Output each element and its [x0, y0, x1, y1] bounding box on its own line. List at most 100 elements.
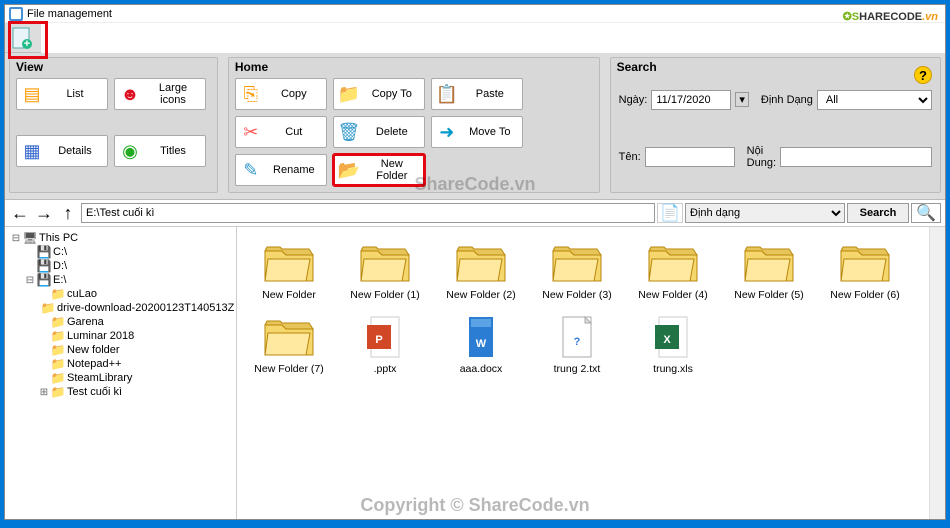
- name-input[interactable]: [645, 147, 735, 167]
- folder-icon: 📁: [51, 372, 65, 384]
- tree-folder-item[interactable]: 📁cuLao: [39, 287, 232, 301]
- tree-view[interactable]: ⊟🖥This PC💾C:\💾D:\⊟💾E:\📁cuLao📁drive-downl…: [5, 227, 237, 519]
- scrollbar[interactable]: [929, 227, 945, 519]
- copy-to-icon: 📁: [338, 83, 360, 105]
- up-button[interactable]: ↑: [57, 202, 79, 224]
- address-search-button[interactable]: Search: [847, 203, 909, 223]
- file-item[interactable]: New Folder (6): [821, 237, 909, 303]
- file-label: New Folder (1): [350, 289, 419, 301]
- file-label: New Folder (7): [254, 363, 323, 375]
- ribbon-group-view: View ▤List ☻Large icons ▦Details ◉Titles: [9, 57, 218, 193]
- folder-icon: 📁: [51, 330, 65, 342]
- pptx-icon: [357, 313, 413, 361]
- list-button[interactable]: ▤List: [16, 78, 108, 110]
- file-label: trung 2.txt: [554, 363, 601, 375]
- tree-folder-item[interactable]: 📁drive-download-20200123T140513Z: [39, 301, 232, 315]
- svg-text:+: +: [24, 38, 30, 50]
- tree-drive-item[interactable]: ⊟💾E:\: [25, 273, 232, 287]
- file-label: New Folder: [262, 289, 316, 301]
- ribbon-home-label: Home: [235, 60, 268, 74]
- tree-folder-item[interactable]: 📁Notepad++: [39, 357, 232, 371]
- tree-drive-item[interactable]: 💾D:\: [25, 259, 232, 273]
- search-icon[interactable]: 🔍: [911, 203, 941, 223]
- addressbar: ← → ↑ 📄 Định dạng Search 🔍: [5, 200, 945, 227]
- cut-button[interactable]: ✂Cut: [235, 116, 327, 148]
- tree-folder-item[interactable]: ⊞📁Test cuối kì: [39, 385, 232, 399]
- date-input[interactable]: [651, 90, 731, 110]
- details-icon: ▦: [21, 140, 43, 162]
- cut-icon: ✂: [240, 121, 262, 143]
- file-item[interactable]: trung 2.txt: [533, 311, 621, 377]
- ribbon: View ▤List ☻Large icons ▦Details ◉Titles…: [5, 53, 945, 200]
- tree-root-item[interactable]: ⊟🖥This PC: [11, 231, 232, 245]
- ribbon-group-search: Search ? Ngày: ▾ Định Dạng All Tên: Nội …: [610, 57, 941, 193]
- file-item[interactable]: New Folder (5): [725, 237, 813, 303]
- copy-button[interactable]: ⎘Copy: [235, 78, 327, 110]
- file-list[interactable]: New Folder New Folder (1) New Folder (2) Ne…: [237, 227, 929, 519]
- tree-drive-label: D:\: [53, 260, 67, 272]
- file-item[interactable]: New Folder (1): [341, 237, 429, 303]
- help-button[interactable]: ?: [914, 66, 932, 84]
- folder-icon: [357, 239, 413, 287]
- folder-icon: 📁: [51, 316, 65, 328]
- file-item[interactable]: trung.xls: [629, 311, 717, 377]
- content-label: Nội Dung:: [747, 145, 776, 169]
- rename-icon: ✎: [240, 159, 262, 181]
- new-folder-button[interactable]: 📂New Folder: [333, 154, 425, 186]
- file-item[interactable]: New Folder (2): [437, 237, 525, 303]
- copy-to-button[interactable]: 📁Copy To: [333, 78, 425, 110]
- sharecode-logo: ✪SHARECODE.vn: [843, 4, 938, 25]
- tree-folder-label: Test cuối kì: [67, 386, 122, 398]
- address-input[interactable]: [81, 203, 655, 223]
- paste-button[interactable]: 📋Paste: [431, 78, 523, 110]
- date-picker-icon[interactable]: ▾: [735, 92, 749, 107]
- folder-icon: 📁: [51, 344, 65, 356]
- delete-icon: 🗑: [338, 121, 360, 143]
- xls-icon: [645, 313, 701, 361]
- tree-drive-label: C:\: [53, 246, 67, 258]
- file-item[interactable]: New Folder (3): [533, 237, 621, 303]
- file-label: New Folder (4): [638, 289, 707, 301]
- forward-button[interactable]: →: [33, 202, 55, 224]
- details-button[interactable]: ▦Details: [16, 135, 108, 167]
- app-window: File management + View ▤List ☻Large icon…: [4, 4, 946, 520]
- file-label: New Folder (6): [830, 289, 899, 301]
- file-label: New Folder (2): [446, 289, 515, 301]
- format-select[interactable]: All: [817, 90, 932, 110]
- copy-icon: ⎘: [240, 83, 262, 105]
- delete-button[interactable]: 🗑Delete: [333, 116, 425, 148]
- tree-drive-item[interactable]: 💾C:\: [25, 245, 232, 259]
- file-label: .pptx: [374, 363, 397, 375]
- titles-button[interactable]: ◉Titles: [114, 135, 206, 167]
- file-item[interactable]: New Folder: [245, 237, 333, 303]
- large-icons-icon: ☻: [119, 83, 141, 105]
- content-input[interactable]: [780, 147, 932, 167]
- date-label: Ngày:: [619, 94, 648, 106]
- address-type-select[interactable]: Định dạng: [685, 203, 845, 223]
- folder-icon: 📁: [51, 288, 65, 300]
- ribbon-view-label: View: [16, 60, 43, 74]
- folder-icon: [741, 239, 797, 287]
- tree-folder-label: SteamLibrary: [67, 372, 132, 384]
- txt-icon: [549, 313, 605, 361]
- move-to-button[interactable]: ➜Move To: [431, 116, 523, 148]
- pc-icon: 🖥: [23, 232, 37, 244]
- back-button[interactable]: ←: [9, 202, 31, 224]
- titles-icon: ◉: [119, 140, 141, 162]
- drive-icon: 💾: [37, 274, 51, 286]
- file-item[interactable]: aaa.docx: [437, 311, 525, 377]
- file-item[interactable]: New Folder (4): [629, 237, 717, 303]
- file-label: trung.xls: [653, 363, 693, 375]
- large-icons-button[interactable]: ☻Large icons: [114, 78, 206, 110]
- file-item[interactable]: .pptx: [341, 311, 429, 377]
- file-item[interactable]: New Folder (7): [245, 311, 333, 377]
- file-label: aaa.docx: [460, 363, 503, 375]
- tree-folder-item[interactable]: 📁SteamLibrary: [39, 371, 232, 385]
- tree-folder-item[interactable]: 📁Garena: [39, 315, 232, 329]
- folder-icon: [549, 239, 605, 287]
- tree-folder-item[interactable]: 📁Luminar 2018: [39, 329, 232, 343]
- rename-button[interactable]: ✎Rename: [235, 154, 327, 186]
- new-file-icon[interactable]: +: [11, 26, 35, 50]
- folder-icon: [645, 239, 701, 287]
- tree-folder-item[interactable]: 📁New folder: [39, 343, 232, 357]
